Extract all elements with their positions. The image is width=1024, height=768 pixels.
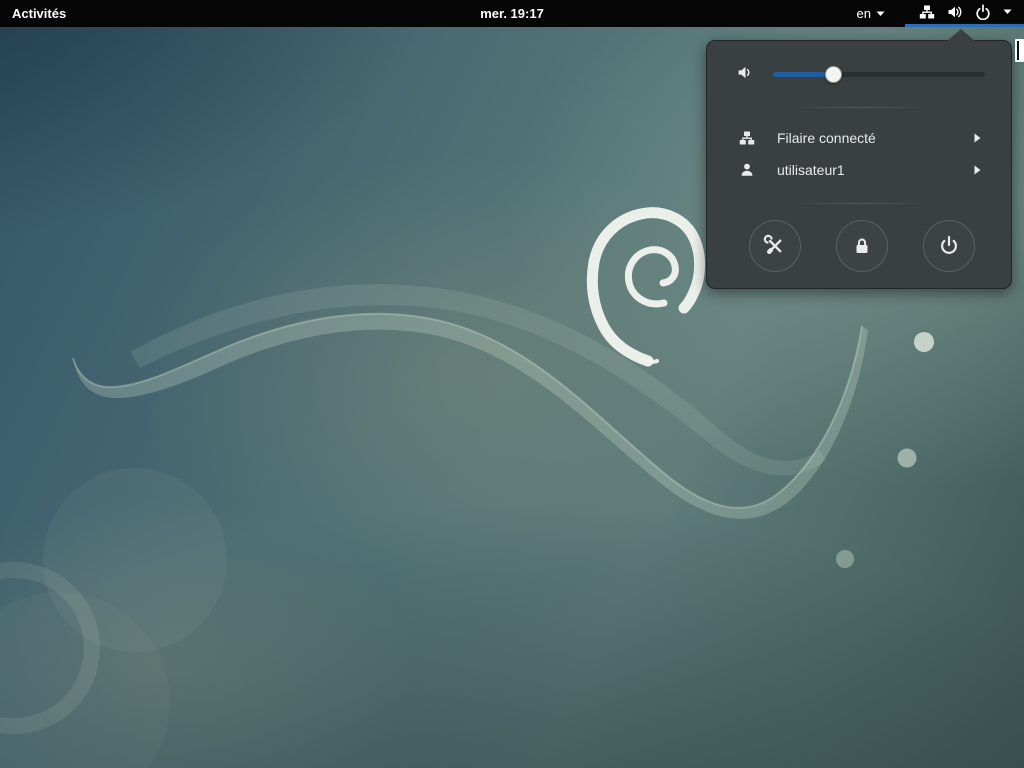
power-icon [975,4,991,20]
wallpaper-dot [898,449,917,468]
network-menu-label: Filaire connecté [777,130,974,146]
volume-slider[interactable] [773,72,985,77]
volume-slider-handle[interactable] [825,66,842,83]
power-button[interactable] [923,220,975,272]
clock[interactable]: mer. 19:17 [480,6,544,21]
user-menu-label: utilisateur1 [777,162,974,178]
network-wired-icon [919,4,935,20]
power-icon [937,234,961,258]
network-wired-icon [739,130,755,146]
user-icon [739,162,755,178]
system-status-area[interactable] [905,0,1024,27]
wallpaper-dot [836,550,854,568]
keyboard-layout-indicator[interactable]: en [847,0,895,27]
keyboard-layout-label: en [857,6,871,21]
network-menu-item[interactable]: Filaire connecté [715,122,1005,154]
user-menu-item[interactable]: utilisateur1 [715,154,1005,186]
volume-high-icon [947,4,963,20]
menu-separator [795,203,925,204]
wave-band-faint [130,284,826,475]
settings-tools-icon [763,234,787,258]
lock-button[interactable] [836,220,888,272]
menu-separator [795,107,925,108]
volume-row [707,59,1011,89]
submenu-arrow-icon [974,165,981,175]
chevron-down-icon [1003,9,1012,15]
wallpaper-dot [914,332,934,352]
chevron-down-icon [876,11,885,17]
submenu-arrow-icon [974,133,981,143]
popover-arrow [947,29,975,41]
volume-slider-fill [773,72,834,77]
lock-icon [851,235,873,257]
panel-right-section: en [847,0,1024,27]
debian-swirl-logo [592,213,699,362]
system-menu-popover: Filaire connecté utilisateur1 [706,40,1012,289]
mouse-cursor [1015,39,1024,62]
volume-low-icon [737,64,754,81]
top-bar: Activités mer. 19:17 en [0,0,1024,27]
system-action-buttons [707,220,1011,272]
activities-button[interactable]: Activités [0,0,78,27]
settings-button[interactable] [749,220,801,272]
